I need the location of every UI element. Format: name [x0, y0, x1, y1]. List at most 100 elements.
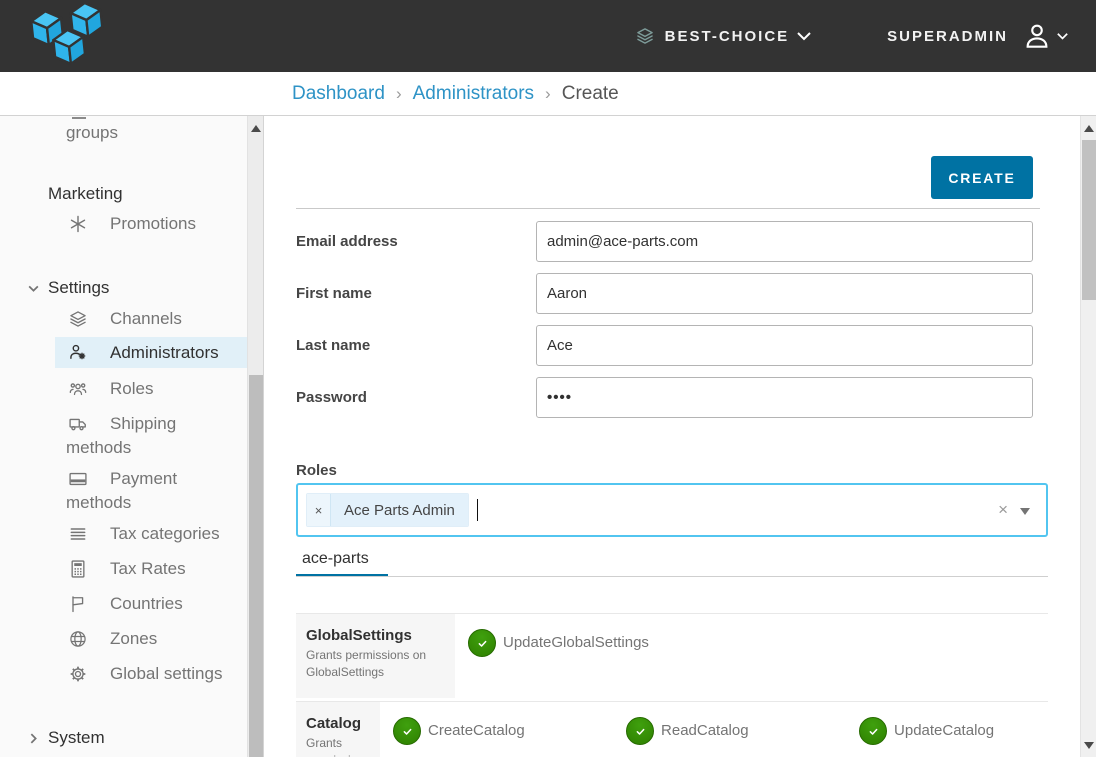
sidebar-item-label: Tax categories	[110, 524, 220, 543]
breadcrumb: Dashboard › Administrators › Create	[0, 72, 1096, 116]
chevron-down-icon	[797, 32, 811, 41]
breadcrumb-separator: ›	[545, 84, 551, 104]
app-header: BEST-CHOICE SUPERADMIN	[0, 0, 1096, 72]
truncated-icon	[72, 116, 86, 119]
table-row: Catalog Grants permissions on Products, …	[296, 701, 1048, 757]
layers-icon	[635, 26, 655, 46]
chevron-down-icon	[1057, 33, 1068, 40]
email-row: Email address	[296, 221, 1034, 262]
permission-name: ReadCatalog	[661, 717, 749, 745]
asterisk-icon	[68, 214, 88, 234]
sidebar-item-label: Channels	[110, 309, 182, 328]
first-name-row: First name	[296, 273, 1034, 314]
scroll-up-icon[interactable]	[251, 125, 261, 132]
check-icon	[866, 724, 881, 739]
chevron-right-icon	[27, 732, 40, 745]
sidebar-item-tax-rates[interactable]: Tax Rates	[0, 557, 246, 581]
nav-section-marketing[interactable]: Marketing	[48, 182, 123, 206]
permission-group-description: Grants permissions on GlobalSettings	[306, 647, 445, 681]
nav-section-label: Settings	[48, 278, 109, 297]
permission-group-description: Grants permissions on Products, Facets	[306, 735, 370, 757]
channel-name: BEST-CHOICE	[665, 28, 790, 45]
sidebar-item-tax-categories[interactable]: Tax categories	[0, 522, 246, 546]
permission-name: UpdateCatalog	[894, 717, 994, 745]
chevron-down-icon	[27, 282, 40, 295]
password-field[interactable]	[536, 377, 1033, 418]
tab-ace-parts[interactable]: ace-parts	[302, 550, 369, 568]
create-button[interactable]: CREATE	[931, 156, 1033, 199]
credit-card-icon	[68, 469, 88, 489]
chip-remove-icon[interactable]: ×	[307, 494, 331, 526]
breadcrumb-dashboard[interactable]: Dashboard	[292, 83, 385, 105]
sidebar-item-payment-methods[interactable]: Payment methods	[0, 467, 246, 515]
toggle-on[interactable]	[626, 717, 654, 745]
permissions-table: GlobalSettings Grants permissions on Glo…	[296, 613, 1048, 757]
permission-toggles-cell: UpdateGlobalSettings	[455, 614, 1048, 698]
sidebar-item-label: Promotions	[110, 214, 196, 233]
permission-item: UpdateCatalog	[859, 717, 1080, 757]
toggle-on[interactable]	[393, 717, 421, 745]
sidebar-item-channels[interactable]: Channels	[0, 307, 246, 331]
check-icon	[475, 636, 490, 651]
sidebar-item-label: Roles	[110, 379, 153, 398]
caret-down-icon[interactable]	[1020, 508, 1030, 515]
last-name-label: Last name	[296, 337, 536, 354]
sidebar-item-label: Global settings	[110, 664, 222, 683]
toggle-on[interactable]	[468, 629, 496, 657]
roles-select[interactable]: × Ace Parts Admin ×	[296, 483, 1048, 537]
check-icon	[400, 724, 415, 739]
sidebar-item-label: Zones	[110, 629, 157, 648]
sidebar-item-label: Countries	[110, 594, 183, 613]
email-field[interactable]	[536, 221, 1033, 262]
scroll-down-icon[interactable]	[1084, 742, 1094, 749]
flag-icon	[68, 594, 88, 614]
permission-group-cell: GlobalSettings Grants permissions on Glo…	[296, 614, 455, 698]
text-cursor	[477, 499, 479, 521]
email-label: Email address	[296, 233, 536, 250]
role-chip: × Ace Parts Admin	[306, 493, 469, 527]
sidebar-item-promotions[interactable]: Promotions	[0, 212, 246, 236]
scroll-up-icon[interactable]	[1084, 125, 1094, 132]
sidebar-item-administrators[interactable]: Administrators	[55, 337, 248, 368]
divider	[296, 208, 1040, 209]
scrollbar-thumb[interactable]	[1082, 140, 1096, 300]
sidebar-item-global-settings[interactable]: Global settings	[0, 662, 246, 686]
permission-group-cell: Catalog Grants permissions on Products, …	[296, 702, 380, 757]
channel-switcher[interactable]: BEST-CHOICE	[635, 26, 812, 46]
nav-section-settings[interactable]: Settings	[48, 276, 109, 300]
cog-icon	[68, 664, 88, 684]
user-menu[interactable]: SUPERADMIN	[887, 21, 1068, 51]
sidebar-item-roles[interactable]: Roles	[0, 377, 246, 401]
password-label: Password	[296, 389, 536, 406]
permission-name: UpdateGlobalSettings	[503, 629, 649, 657]
breadcrumb-administrators[interactable]: Administrators	[413, 83, 534, 105]
toggle-on[interactable]	[859, 717, 887, 745]
last-name-row: Last name	[296, 325, 1034, 366]
list-icon	[68, 524, 88, 544]
password-row: Password	[296, 377, 1034, 418]
nav-section-label: System	[48, 728, 105, 747]
breadcrumb-current: Create	[562, 83, 619, 105]
clear-icon[interactable]: ×	[998, 500, 1008, 520]
first-name-label: First name	[296, 285, 536, 302]
permission-toggles-cell: CreateCatalog ReadCatalog UpdateCatalog	[380, 702, 1080, 757]
main-scrollbar[interactable]	[1080, 116, 1096, 757]
vendure-logo-icon	[26, 3, 110, 69]
permission-item: CreateCatalog	[393, 717, 626, 757]
sidebar-item-countries[interactable]: Countries	[0, 592, 246, 616]
sidebar-scrollbar[interactable]	[247, 116, 263, 757]
sidebar-item-shipping-methods[interactable]: Shipping methods	[0, 412, 246, 460]
permission-item: UpdateGlobalSettings	[468, 629, 701, 698]
nav-section-system[interactable]: System	[48, 726, 105, 750]
scrollbar-thumb[interactable]	[249, 375, 263, 757]
permission-group-title: Catalog	[306, 715, 370, 732]
user-icon	[1022, 21, 1052, 51]
last-name-field[interactable]	[536, 325, 1033, 366]
sidebar-item-zones[interactable]: Zones	[0, 627, 246, 651]
role-chip-label: Ace Parts Admin	[331, 494, 468, 526]
first-name-field[interactable]	[536, 273, 1033, 314]
check-icon	[633, 724, 648, 739]
sidebar-item-groups-overflow[interactable]: groups	[66, 121, 118, 145]
sidebar-nav: groups Marketing Promotions Settings Cha…	[0, 116, 264, 757]
breadcrumb-separator: ›	[396, 84, 402, 104]
